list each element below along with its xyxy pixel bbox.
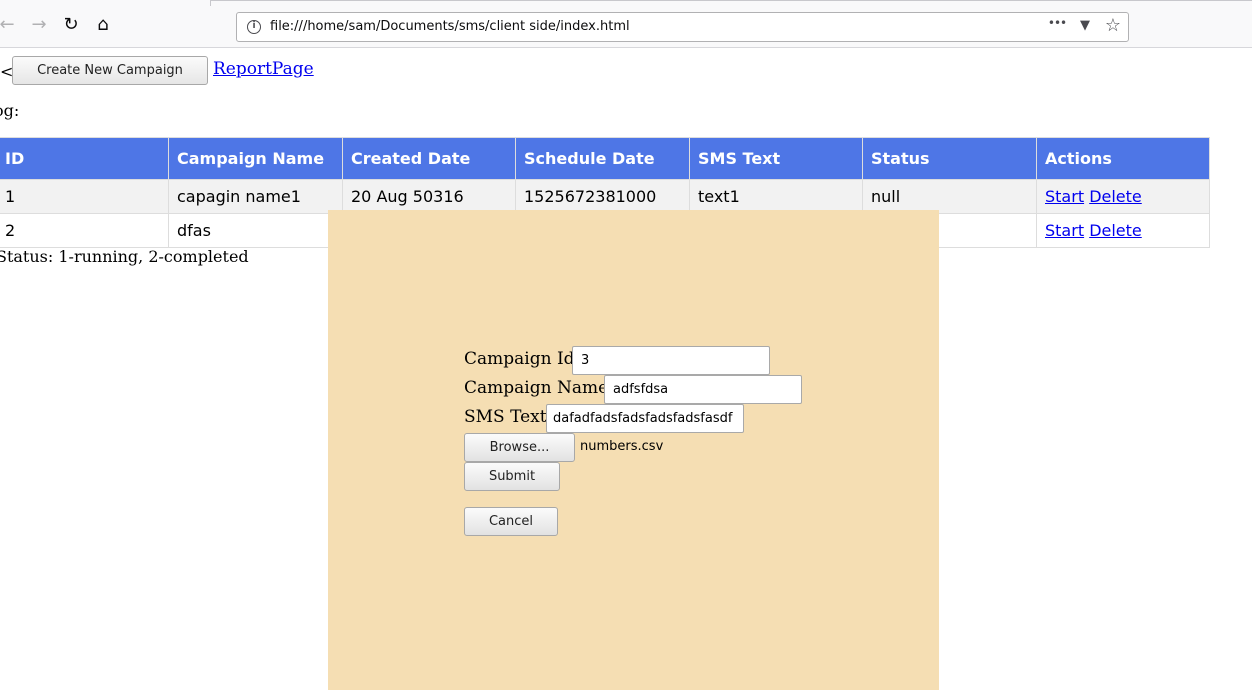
column-header-status: Status: [862, 137, 1037, 180]
cell-id: 2: [0, 213, 169, 248]
cell-status: null: [862, 179, 1037, 214]
page-actions-icon[interactable]: •••: [1047, 16, 1067, 30]
start-link[interactable]: Start: [1045, 187, 1084, 206]
bookmark-star-icon[interactable]: ☆: [1103, 15, 1123, 36]
reload-icon[interactable]: ↻: [60, 14, 82, 36]
column-header-sms-text: SMS Text: [689, 137, 863, 180]
cell-campaign-name: dfas: [168, 213, 343, 248]
campaign-id-input[interactable]: 3: [572, 346, 770, 375]
report-page-link[interactable]: ReportPage: [213, 59, 314, 79]
column-header-campaign-name: Campaign Name: [168, 137, 343, 180]
cell-actions: Start Delete: [1036, 213, 1210, 248]
cell-actions: Start Delete: [1036, 179, 1210, 214]
cell-created-date: 20 Aug 50316: [342, 179, 516, 214]
sms-text-input[interactable]: dafadfadsfadsfadsfadsfasdf: [546, 404, 744, 433]
create-campaign-button[interactable]: Create New Campaign: [12, 56, 208, 85]
column-header-actions: Actions: [1036, 137, 1210, 180]
campaign-name-input[interactable]: adfsfdsa: [604, 375, 802, 404]
back-icon[interactable]: ←: [0, 14, 18, 36]
campaign-id-label: Campaign Id: [464, 349, 575, 369]
cancel-button[interactable]: Cancel: [464, 507, 558, 536]
url-bar[interactable]: i file:///home/sam/Documents/sms/client …: [236, 12, 1129, 42]
cell-schedule-date: 1525672381000: [515, 179, 690, 214]
selected-file-name: numbers.csv: [580, 439, 664, 454]
sms-text-label: SMS Text: [464, 407, 547, 427]
status-legend: Status: 1-running, 2-completed: [0, 247, 249, 266]
campaign-name-label: Campaign Name: [464, 378, 609, 398]
pocket-icon[interactable]: ▼: [1075, 18, 1095, 33]
browse-button[interactable]: Browse...: [464, 433, 575, 462]
start-link[interactable]: Start: [1045, 221, 1084, 240]
create-campaign-modal: Campaign Id 3 Campaign Name adfsfdsa SMS…: [328, 210, 939, 690]
cell-id: 1: [0, 179, 169, 214]
column-header-schedule-date: Schedule Date: [515, 137, 690, 180]
table-row: 1 capagin name1 20 Aug 50316 15256723810…: [0, 179, 1210, 214]
column-header-id: ID: [0, 137, 169, 180]
log-label: og:: [0, 101, 20, 120]
table-header-row: ID Campaign Name Created Date Schedule D…: [0, 137, 1210, 180]
delete-link[interactable]: Delete: [1089, 221, 1142, 240]
cell-sms-text: text1: [689, 179, 863, 214]
forward-icon[interactable]: →: [28, 14, 50, 36]
delete-link[interactable]: Delete: [1089, 187, 1142, 206]
column-header-created-date: Created Date: [342, 137, 516, 180]
submit-button[interactable]: Submit: [464, 462, 560, 491]
page-content: < Create New Campaign ReportPage og: ID …: [0, 48, 1252, 690]
tab-strip-edge: [210, 0, 1252, 6]
browser-toolbar: ← → ↻ ⌂ i file:///home/sam/Documents/sms…: [0, 0, 1252, 48]
info-icon[interactable]: i: [247, 20, 261, 34]
home-icon[interactable]: ⌂: [92, 14, 114, 36]
url-text[interactable]: file:///home/sam/Documents/sms/client si…: [270, 19, 630, 34]
cell-campaign-name: capagin name1: [168, 179, 343, 214]
